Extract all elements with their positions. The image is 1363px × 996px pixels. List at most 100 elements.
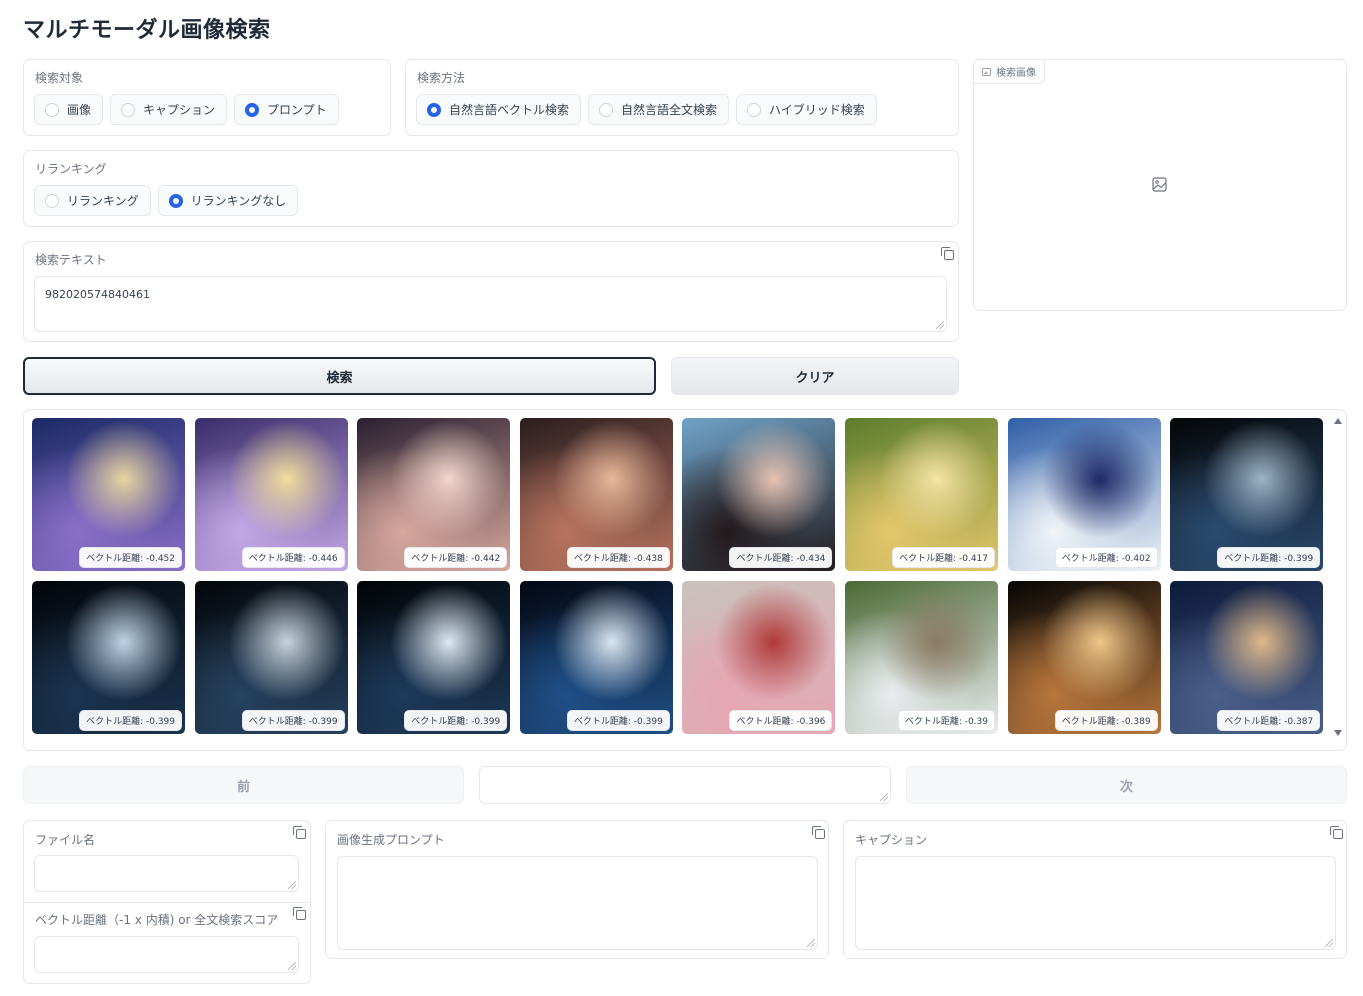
- thumbnail-caption: ベクトル距離: -0.396: [729, 710, 833, 731]
- gallery-thumbnail[interactable]: ベクトル距離: -0.396: [682, 581, 836, 734]
- resize-grip-icon[interactable]: [807, 939, 815, 947]
- search-target-radio-1[interactable]: キャプション: [110, 94, 228, 125]
- gallery-thumbnail[interactable]: ベクトル距離: -0.399: [519, 581, 673, 734]
- filename-label: ファイル名: [35, 833, 96, 847]
- copy-icon[interactable]: [293, 826, 306, 839]
- resize-grip-icon[interactable]: [288, 881, 296, 889]
- radio-circle-icon: [599, 102, 614, 117]
- scroll-up-icon[interactable]: [1334, 418, 1342, 424]
- search-image-tab: 検索画像: [974, 60, 1045, 84]
- thumbnail-caption: ベクトル距離: -0.402: [1054, 547, 1158, 568]
- prev-button[interactable]: 前: [23, 766, 464, 804]
- search-text-group: 検索テキスト 982020574840461: [23, 241, 959, 342]
- gallery-thumbnail[interactable]: ベクトル距離: -0.452: [32, 418, 185, 571]
- radio-circle-icon: [45, 102, 59, 117]
- gallery-thumbnail[interactable]: ベクトル距離: -0.399: [1170, 418, 1324, 571]
- search-text-value: 982020574840461: [45, 288, 150, 301]
- gallery-thumbnail[interactable]: ベクトル距離: -0.442: [357, 418, 511, 571]
- reranking-radio-label: リランキングなし: [190, 194, 287, 208]
- next-button[interactable]: 次: [906, 766, 1347, 804]
- copy-icon[interactable]: [1330, 826, 1343, 839]
- search-method-radio-label: 自然言語全文検索: [621, 103, 718, 117]
- gallery-thumbnail[interactable]: ベクトル距離: -0.399: [357, 581, 511, 734]
- scroll-down-icon[interactable]: [1334, 730, 1342, 736]
- search-method-radio-2[interactable]: ハイブリッド検索: [736, 94, 877, 125]
- copy-icon[interactable]: [812, 826, 825, 839]
- gallery-thumbnail[interactable]: ベクトル距離: -0.402: [1007, 418, 1161, 571]
- radio-circle-icon: [427, 102, 441, 117]
- search-target-radio-2[interactable]: プロンプト: [234, 94, 339, 125]
- reranking-label: リランキング: [35, 162, 107, 176]
- distance-label: ベクトル距離（-1 x 内積) or 全文検索スコア: [35, 913, 279, 927]
- thumbnail-caption: ベクトル距離: -0.399: [404, 710, 508, 731]
- search-target-options: 画像 キャプション プロンプト: [34, 94, 339, 125]
- search-method-options: 自然言語ベクトル検索 自然言語全文検索 ハイブリッド検索: [416, 94, 877, 125]
- search-button[interactable]: 検索: [23, 357, 656, 395]
- search-target-radio-label: プロンプト: [267, 103, 327, 117]
- thumbnail-caption: ベクトル距離: -0.389: [1054, 710, 1158, 731]
- resize-grip-icon[interactable]: [1325, 939, 1333, 947]
- search-text-label: 検索テキスト: [35, 253, 107, 267]
- gallery-thumbnail[interactable]: ベクトル距離: -0.39: [845, 581, 998, 734]
- copy-icon[interactable]: [293, 907, 306, 920]
- search-target-label: 検索対象: [35, 71, 84, 85]
- gallery-thumbnail[interactable]: ベクトル距離: -0.387: [1170, 581, 1324, 734]
- thumbnail-caption: ベクトル距離: -0.399: [241, 710, 345, 731]
- filename-field[interactable]: [34, 855, 299, 892]
- radio-circle-icon: [747, 102, 762, 117]
- image-icon: [982, 67, 991, 76]
- search-method-radio-0[interactable]: 自然言語ベクトル検索: [416, 94, 582, 125]
- results-gallery: ベクトル距離: -0.452 ベクトル距離: -0.446 ベクトル距離: -0.4…: [23, 409, 1347, 751]
- caption-label: キャプション: [855, 833, 928, 847]
- thumbnail-caption: ベクトル距離: -0.446: [241, 547, 345, 568]
- search-method-group: 検索方法 自然言語ベクトル検索 自然言語全文検索 ハイブリッド検索: [405, 59, 959, 136]
- distance-field[interactable]: [34, 936, 299, 973]
- copy-icon[interactable]: [941, 247, 954, 260]
- reranking-group: リランキング リランキング リランキングなし: [23, 150, 959, 227]
- search-image-label: 検索画像: [996, 68, 1036, 79]
- search-text-input[interactable]: 982020574840461: [34, 276, 947, 332]
- caption-field[interactable]: [855, 856, 1336, 950]
- resize-grip-icon[interactable]: [880, 793, 888, 801]
- radio-circle-icon: [121, 102, 136, 117]
- thumbnail-caption: ベクトル距離: -0.399: [79, 710, 182, 731]
- search-target-radio-label: 画像: [67, 103, 92, 117]
- search-target-radio-0[interactable]: 画像: [34, 94, 104, 125]
- image-upload-icon: [1152, 177, 1167, 192]
- radio-circle-icon: [245, 102, 260, 117]
- radio-circle-icon: [45, 193, 59, 208]
- thumbnail-caption: ベクトル距離: -0.434: [729, 547, 833, 568]
- radio-circle-icon: [168, 193, 183, 208]
- reranking-radio-0[interactable]: リランキング: [34, 185, 151, 216]
- gallery-thumbnail[interactable]: ベクトル距離: -0.417: [845, 418, 998, 571]
- gallery-thumbnail[interactable]: ベクトル距離: -0.399: [194, 581, 348, 734]
- caption-group: キャプション: [843, 820, 1347, 959]
- thumbnail-caption: ベクトル距離: -0.452: [79, 547, 182, 568]
- page-title: マルチモーダル画像検索: [23, 18, 271, 43]
- gallery-thumbnail[interactable]: ベクトル距離: -0.446: [194, 418, 348, 571]
- search-method-radio-label: ハイブリッド検索: [769, 103, 865, 117]
- clear-button[interactable]: クリア: [671, 357, 959, 395]
- page-input[interactable]: [479, 766, 891, 804]
- gallery-scrollbar[interactable]: [1330, 410, 1346, 750]
- search-method-radio-1[interactable]: 自然言語全文検索: [588, 94, 730, 125]
- gallery-thumbnail[interactable]: ベクトル距離: -0.399: [32, 581, 185, 734]
- search-target-radio-label: キャプション: [143, 103, 216, 117]
- thumbnail-caption: ベクトル距離: -0.417: [892, 547, 995, 568]
- reranking-radio-1[interactable]: リランキングなし: [157, 185, 299, 216]
- thumbnail-caption: ベクトル距離: -0.39: [897, 710, 995, 731]
- thumbnail-caption: ベクトル距離: -0.442: [404, 547, 508, 568]
- reranking-options: リランキング リランキングなし: [34, 185, 299, 216]
- reranking-radio-label: リランキング: [67, 194, 139, 208]
- gallery-thumbnail[interactable]: ベクトル距離: -0.434: [682, 418, 836, 571]
- search-method-label: 検索方法: [417, 71, 466, 85]
- search-target-group: 検索対象 画像 キャプション プロンプト: [23, 59, 391, 136]
- thumbnail-caption: ベクトル距離: -0.399: [1217, 547, 1321, 568]
- prompt-group: 画像生成プロンプト: [325, 820, 829, 959]
- gallery-thumbnail[interactable]: ベクトル距離: -0.389: [1007, 581, 1161, 734]
- resize-grip-icon[interactable]: [936, 321, 944, 329]
- resize-grip-icon[interactable]: [288, 962, 296, 970]
- thumbnail-caption: ベクトル距離: -0.438: [566, 547, 670, 568]
- gallery-thumbnail[interactable]: ベクトル距離: -0.438: [519, 418, 673, 571]
- prompt-field[interactable]: [337, 856, 818, 950]
